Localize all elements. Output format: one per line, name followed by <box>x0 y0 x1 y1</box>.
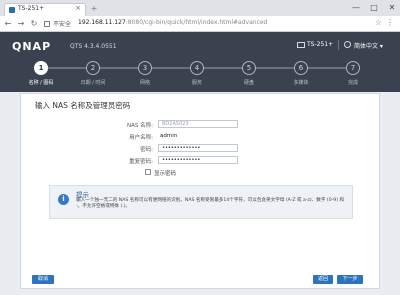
maximize-button[interactable]: □ <box>370 2 378 13</box>
insecure-icon[interactable] <box>44 21 50 27</box>
header-divider <box>338 40 339 50</box>
step-7-label: 完成 <box>347 80 359 86</box>
step-3-circle: 3 <box>138 61 152 75</box>
close-window-button[interactable]: ✕ <box>388 2 396 13</box>
url-path: :8080/cgi-bin/quick/html/index.html#adva… <box>125 19 268 26</box>
new-tab-button[interactable]: + <box>88 4 100 14</box>
show-password-label[interactable]: 显示密码 <box>154 169 176 177</box>
info-icon: i <box>58 194 69 205</box>
url-host: 192.168.11.127 <box>78 19 126 26</box>
step-4-circle: 4 <box>190 61 204 75</box>
model-name: TS-251+ <box>307 41 334 48</box>
page-title: 输入 NAS 名称及管理员密码 <box>35 101 131 110</box>
cancel-button[interactable]: 取消 <box>32 275 54 284</box>
tip-box: i 提示 输入一个独一无二的 NAS 名称可以有便网络的识别。NAS 名称受限最… <box>49 185 353 219</box>
reload-button[interactable]: ↻ <box>29 19 39 29</box>
nas-device-icon <box>297 42 305 48</box>
url-field[interactable]: 192.168.11.127:8080/cgi-bin/quick/html/i… <box>78 19 267 26</box>
show-password-checkbox[interactable] <box>145 169 151 175</box>
browser-window: TS-251+ × + — □ ✕ ← → ↻ 不安全 192.168.11.1… <box>0 0 400 295</box>
browser-menu-icon[interactable]: ⋮ <box>386 18 394 27</box>
step-6-circle: 6 <box>294 61 308 75</box>
qnap-header: QNAP QTS 4.3.4.0551 TS-251+ 简体中文 ▾ 1 2 3… <box>0 32 400 92</box>
confirm-password-label: 重复密码: <box>129 159 153 165</box>
next-button[interactable]: 下一步 <box>337 275 363 284</box>
password-label: 密码: <box>140 147 153 153</box>
security-indicator[interactable]: 不安全 <box>53 19 71 28</box>
globe-icon[interactable] <box>344 41 351 48</box>
language-selector[interactable]: 简体中文 ▾ <box>354 41 383 50</box>
qnap-logo: QNAP <box>12 40 52 53</box>
nas-name-label: NAS 名称: <box>127 123 153 129</box>
window-controls: — □ ✕ <box>352 2 396 13</box>
step-2-circle: 2 <box>86 61 100 75</box>
step-6-label: 多媒体 <box>293 80 309 86</box>
minimize-button[interactable]: — <box>352 2 360 13</box>
close-tab-icon[interactable]: × <box>75 4 81 12</box>
bookmark-star-icon[interactable]: ☆ <box>375 18 382 27</box>
address-bar-row: ← → ↻ 不安全 192.168.11.127:8080/cgi-bin/qu… <box>0 16 400 32</box>
step-4-label: 服务 <box>191 80 203 86</box>
back-button[interactable]: ← <box>3 19 13 29</box>
wizard-panel: 输入 NAS 名称及管理员密码 NAS 名称: BD2A5023 用户名称: a… <box>20 93 380 289</box>
tab-strip: TS-251+ × + — □ ✕ <box>0 0 400 16</box>
step-5-circle: 5 <box>242 61 256 75</box>
password-input[interactable]: ••••••••••••• <box>158 144 238 152</box>
qts-version: QTS 4.3.4.0551 <box>70 43 117 50</box>
step-7-circle: 7 <box>346 61 360 75</box>
username-label: 用户名称: <box>129 135 153 141</box>
favicon-icon <box>9 7 15 13</box>
step-3-label: 网络 <box>139 80 151 86</box>
step-5-label: 硬盘 <box>243 80 255 86</box>
step-1-circle: 1 <box>34 61 48 75</box>
tab-title: TS-251+ <box>18 5 45 12</box>
nas-name-input[interactable]: BD2A5023 <box>158 120 238 128</box>
tip-text: 输入一个独一无二的 NAS 名称可以有便网络的识别。NAS 名称受限最多14个字… <box>76 198 345 209</box>
forward-button[interactable]: → <box>16 19 26 29</box>
username-value: admin <box>160 133 178 139</box>
step-1-label: 名称 / 图码 <box>28 80 54 86</box>
tab-qnap[interactable]: TS-251+ × <box>4 3 86 16</box>
step-2-label: 日期 / 时间 <box>80 80 106 86</box>
confirm-password-input[interactable]: ••••••••••••• <box>158 156 238 164</box>
back-button[interactable]: 返回 <box>313 275 333 284</box>
